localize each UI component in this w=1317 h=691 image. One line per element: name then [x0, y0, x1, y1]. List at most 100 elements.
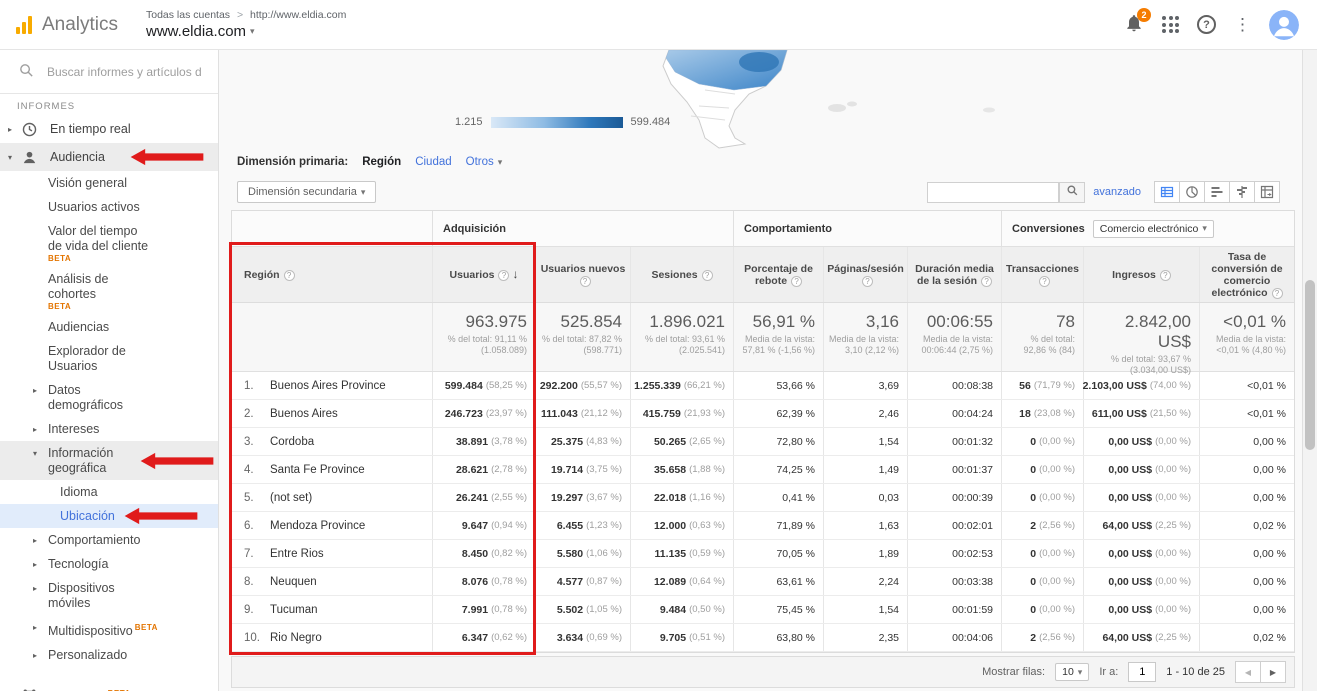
dimension-other[interactable]: Otros ▾ — [466, 156, 503, 168]
region-cell[interactable]: 10.Rio Negro — [232, 624, 432, 651]
users-cell: 26.241(2,55 %) — [432, 484, 535, 511]
sidebar-item-idioma[interactable]: Idioma — [0, 480, 218, 504]
region-name[interactable]: Tucuman — [270, 604, 318, 616]
cell-value: 8.450 — [462, 548, 488, 560]
sidebar-item-en-tiempo-real[interactable]: ▸ En tiempo real — [0, 115, 218, 143]
column-header-bounce[interactable]: Porcentaje de rebote? — [733, 247, 823, 302]
breadcrumb[interactable]: Todas las cuentas > http://www.eldia.com — [146, 9, 346, 21]
table-view-button[interactable] — [1154, 181, 1180, 203]
help-icon[interactable]: ? — [1039, 276, 1050, 287]
help-icon[interactable]: ? — [1197, 15, 1216, 34]
dimension-city[interactable]: Ciudad — [415, 156, 451, 168]
cell-value: 1,54 — [879, 436, 899, 448]
table-search-input[interactable] — [927, 182, 1059, 203]
help-icon[interactable]: ? — [791, 276, 802, 287]
help-icon[interactable]: ? — [1272, 288, 1283, 299]
sidebar-item-comportamiento[interactable]: ▸Comportamiento — [0, 528, 218, 552]
comparison-view-button[interactable] — [1229, 181, 1255, 203]
vertical-scrollbar[interactable] — [1302, 50, 1317, 691]
column-header-region[interactable]: Región? — [232, 247, 432, 302]
sidebar-item-datos-demograficos[interactable]: ▸Datos demográficos — [0, 378, 218, 417]
goto-page-input[interactable] — [1128, 662, 1156, 682]
percent-view-button[interactable] — [1179, 181, 1205, 203]
help-icon[interactable]: ? — [702, 270, 713, 281]
column-header-users[interactable]: Usuarios?↓ — [432, 247, 535, 302]
sidebar-item-vision-general[interactable]: Visión general — [0, 171, 218, 195]
region-name[interactable]: Entre Rios — [270, 548, 324, 560]
column-header-revenue[interactable]: Ingresos? — [1083, 247, 1199, 302]
dimension-region[interactable]: Región — [362, 156, 401, 168]
sidebar-item-multidispositivo[interactable]: ▸MultidispositivoBETA — [0, 615, 218, 643]
region-name[interactable]: Santa Fe Province — [270, 464, 365, 476]
sidebar-item-explorador-usuarios[interactable]: Explorador de Usuarios — [0, 339, 218, 378]
show-rows-label: Mostrar filas: — [982, 666, 1045, 678]
help-icon[interactable]: ? — [580, 276, 591, 287]
table-search-button[interactable] — [1059, 182, 1085, 203]
apps-grid-icon[interactable] — [1162, 16, 1179, 33]
pages-cell: 1,49 — [823, 456, 907, 483]
sidebar-item-audiencias[interactable]: Audiencias — [0, 315, 218, 339]
scrollbar-thumb[interactable] — [1305, 280, 1315, 450]
help-icon[interactable]: ? — [862, 276, 873, 287]
region-cell[interactable]: 4.Santa Fe Province — [232, 456, 432, 483]
help-icon[interactable]: ? — [498, 270, 509, 281]
cell-value: 22.018 — [654, 492, 686, 504]
avatar[interactable] — [1269, 10, 1299, 40]
help-icon[interactable]: ? — [284, 270, 295, 281]
pivot-view-button[interactable] — [1254, 181, 1280, 203]
rate-cell: 0,02 % — [1199, 624, 1294, 651]
region-cell[interactable]: 1.Buenos Aires Province — [232, 372, 432, 399]
sidebar-item-personalizado[interactable]: ▸Personalizado — [0, 643, 218, 667]
help-icon[interactable]: ? — [981, 276, 992, 287]
region-cell[interactable]: 9.Tucuman — [232, 596, 432, 623]
region-cell[interactable]: 2.Buenos Aires — [232, 400, 432, 427]
sidebar-item-intereses[interactable]: ▸Intereses — [0, 417, 218, 441]
sidebar-item-analisis-cohortes[interactable]: Análisis de cohortesBETA — [0, 267, 218, 315]
region-cell[interactable]: 3.Cordoba — [232, 428, 432, 455]
sidebar-item-valor-tiempo-vida[interactable]: Valor del tiempo de vida del clienteBETA — [0, 219, 218, 267]
analytics-logo-icon[interactable] — [16, 16, 34, 34]
sidebar-item-ubicacion[interactable]: Ubicación — [0, 504, 218, 528]
breadcrumb-property[interactable]: http://www.eldia.com — [250, 9, 346, 21]
region-cell[interactable]: 7.Entre Rios — [232, 540, 432, 567]
sidebar-search-input[interactable] — [47, 65, 202, 79]
region-name[interactable]: Buenos Aires — [270, 408, 338, 420]
sidebar-item-tecnologia[interactable]: ▸Tecnología — [0, 552, 218, 576]
column-header-rate[interactable]: Tasa de conversión de comercio electróni… — [1199, 247, 1294, 302]
region-name[interactable]: Neuquen — [270, 576, 317, 588]
sidebar-search[interactable] — [0, 50, 218, 94]
advanced-link[interactable]: avanzado — [1093, 186, 1141, 198]
column-header-pages[interactable]: Páginas/sesión? — [823, 247, 907, 302]
notifications-button[interactable]: 2 — [1124, 13, 1144, 36]
region-name[interactable]: (not set) — [270, 492, 312, 504]
sidebar-item-informacion-geografica[interactable]: ▾ Información geográfica — [0, 441, 218, 480]
column-header-new-users[interactable]: Usuarios nuevos? — [535, 247, 630, 302]
geo-map[interactable] — [519, 50, 1039, 150]
breadcrumb-accounts[interactable]: Todas las cuentas — [146, 9, 230, 21]
help-icon[interactable]: ? — [1160, 270, 1171, 281]
column-header-sessions[interactable]: Sesiones? — [630, 247, 733, 302]
region-cell[interactable]: 6.Mendoza Province — [232, 512, 432, 539]
region-name[interactable]: Rio Negro — [270, 632, 322, 644]
next-page-button[interactable]: ▶ — [1260, 661, 1286, 683]
prev-page-button[interactable]: ◀ — [1235, 661, 1261, 683]
sidebar-item-audiencia[interactable]: ▾ Audiencia — [0, 143, 218, 171]
rows-per-page-select[interactable]: 10 ▾ — [1055, 663, 1089, 681]
more-options-icon[interactable]: ⋮ — [1234, 16, 1251, 33]
transactions-cell: 0(0,00 %) — [1001, 596, 1083, 623]
cell-value: 70,05 % — [776, 548, 815, 560]
column-header-transactions[interactable]: Transacciones? — [1001, 247, 1083, 302]
secondary-dimension-button[interactable]: Dimensión secundaria ▾ — [237, 181, 376, 203]
sidebar-item-atribucion[interactable]: AtribuciónBETA — [0, 681, 218, 691]
region-name[interactable]: Buenos Aires Province — [270, 380, 386, 392]
account-selector[interactable]: www.eldia.com ▾ — [146, 23, 346, 40]
region-cell[interactable]: 5.(not set) — [232, 484, 432, 511]
region-name[interactable]: Mendoza Province — [270, 520, 365, 532]
region-name[interactable]: Cordoba — [270, 436, 314, 448]
sidebar-item-usuarios-activos[interactable]: Usuarios activos — [0, 195, 218, 219]
region-cell[interactable]: 8.Neuquen — [232, 568, 432, 595]
ecommerce-select[interactable]: Comercio electrónico ▾ — [1093, 220, 1214, 238]
column-header-duration[interactable]: Duración media de la sesión? — [907, 247, 1001, 302]
performance-view-button[interactable] — [1204, 181, 1230, 203]
sidebar-item-dispositivos-moviles[interactable]: ▸Dispositivos móviles — [0, 576, 218, 615]
